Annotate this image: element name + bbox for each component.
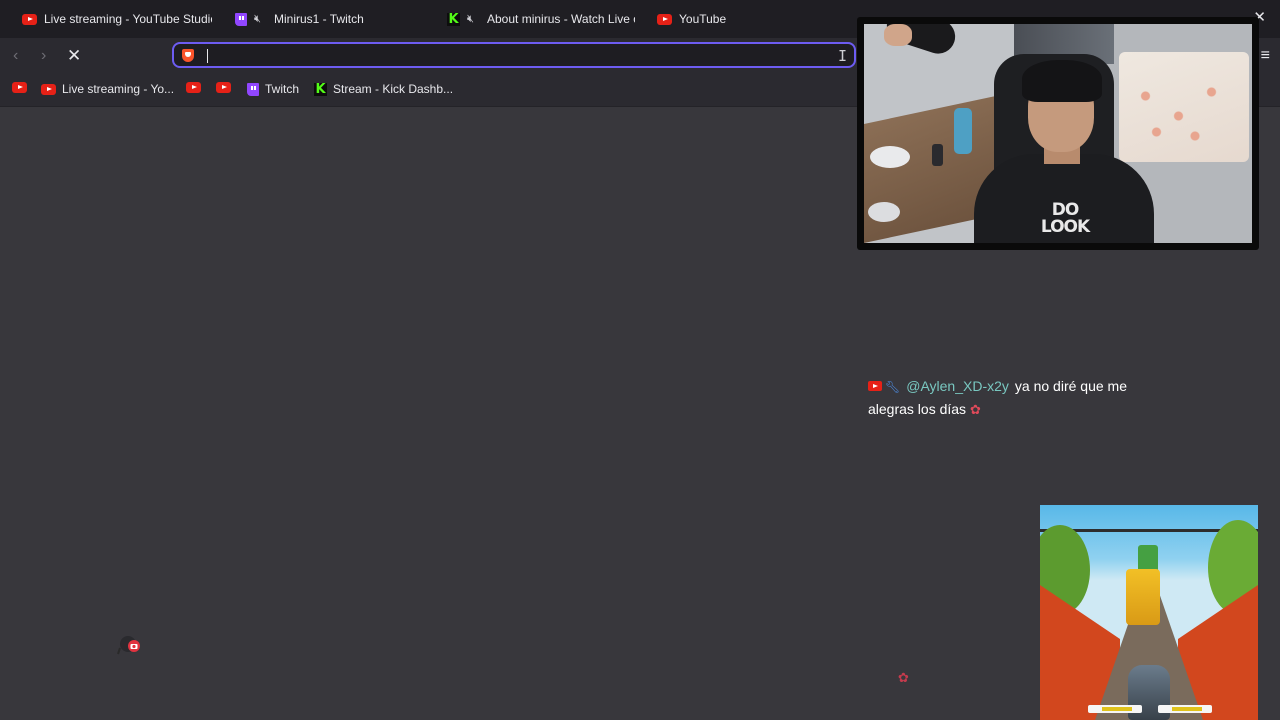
- powerup-bar: [1088, 705, 1142, 713]
- bookmark-youtube-2[interactable]: [186, 82, 207, 93]
- address-bar[interactable]: [172, 42, 856, 68]
- tab-title: YouTube: [679, 12, 727, 26]
- bookmark-twitch[interactable]: Twitch: [247, 82, 299, 96]
- brave-shield-icon[interactable]: [182, 49, 194, 62]
- bookmark-label: Live streaming - Yo...: [62, 82, 175, 96]
- youtube-icon: [657, 13, 672, 25]
- youtube-icon: [868, 381, 882, 391]
- muted-speaker-icon[interactable]: 🔇︎: [254, 13, 267, 26]
- twitch-icon: [235, 12, 247, 26]
- tab-title: Live streaming - YouTube Studio: [44, 12, 212, 26]
- bookmark-label: Stream - Kick Dashb...: [333, 82, 454, 96]
- youtube-icon: [12, 82, 27, 93]
- address-input[interactable]: [202, 46, 826, 66]
- menu-icon[interactable]: ≡: [1261, 47, 1270, 65]
- stop-loading-button[interactable]: ✕: [67, 46, 81, 66]
- tab-kick[interactable]: K 🔇︎ About minirus - Watch Live on: [447, 6, 635, 32]
- kick-icon: K: [447, 11, 460, 27]
- rose-icon: ✿: [969, 402, 981, 417]
- youtube-icon: [186, 82, 201, 93]
- tab-title: About minirus - Watch Live on: [487, 12, 635, 26]
- bookmark-youtube-3[interactable]: [216, 82, 237, 93]
- tab-twitch[interactable]: 🔇︎ Minirus1 - Twitch: [235, 6, 425, 32]
- powerup-bar: [1158, 705, 1212, 713]
- tab-youtube-studio[interactable]: Live streaming - YouTube Studio: [22, 6, 212, 32]
- youtube-icon: [216, 82, 231, 93]
- tab-youtube[interactable]: YouTube: [657, 6, 837, 32]
- muted-speaker-icon[interactable]: 🔇︎: [467, 13, 480, 26]
- tab-title: Minirus1 - Twitch: [274, 12, 364, 26]
- youtube-icon: [41, 83, 56, 95]
- ibeam-cursor-icon: I: [838, 47, 848, 65]
- camera-heart-icon: [117, 636, 140, 655]
- rose-icon: ✿: [898, 670, 909, 685]
- game-overlay: [1040, 505, 1258, 720]
- shirt-print-text: DO LOOK: [1040, 200, 1090, 237]
- twitch-icon: [247, 82, 259, 96]
- bookmark-label: Twitch: [265, 82, 300, 96]
- kick-icon: K: [314, 81, 327, 97]
- bookmark-youtube-1[interactable]: [12, 82, 33, 93]
- chat-username: @Aylen_XD-x2y: [906, 378, 1009, 394]
- bookmark-kick-dashboard[interactable]: K Stream - Kick Dashb...: [314, 82, 453, 96]
- wrench-icon: 🔧︎: [885, 380, 901, 394]
- webcam-overlay: DO LOOK: [857, 17, 1259, 250]
- forward-button[interactable]: ›: [41, 47, 46, 65]
- chat-message: 🔧︎ @Aylen_XD-x2y ya no diré que me alegras…: [868, 375, 1158, 421]
- youtube-icon: [22, 13, 37, 25]
- back-button[interactable]: ‹: [13, 47, 18, 65]
- bookmark-live-streaming[interactable]: Live streaming - Yo...: [41, 82, 174, 96]
- webcam-video: DO LOOK: [864, 24, 1252, 243]
